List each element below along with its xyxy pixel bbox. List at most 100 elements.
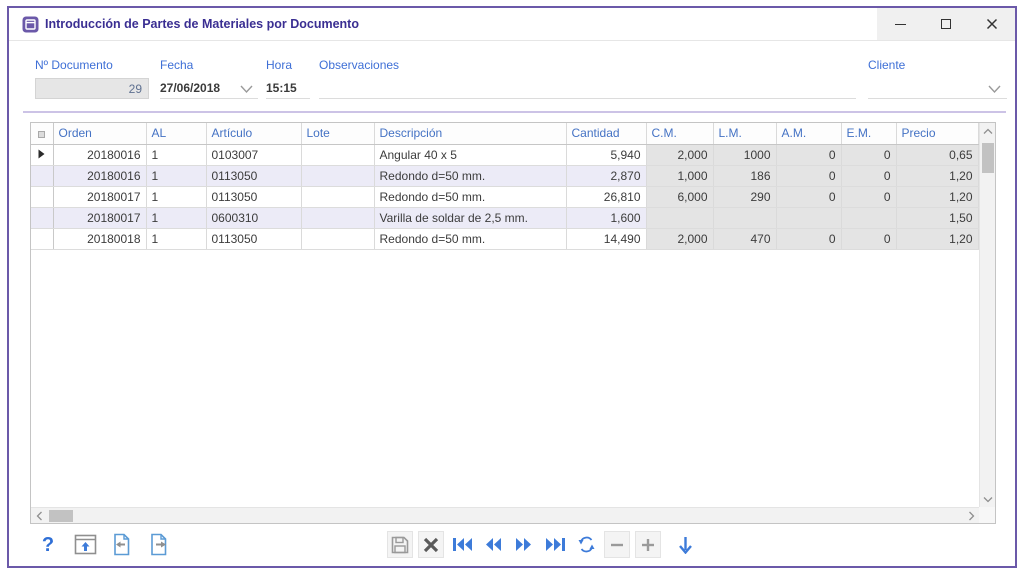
cell-articulo[interactable]: 0600310 <box>206 207 301 228</box>
cell-precio[interactable]: 0,65 <box>896 144 978 165</box>
doc-number-field[interactable]: 29 <box>35 78 149 99</box>
scroll-right-icon[interactable] <box>964 509 978 523</box>
cell-cm[interactable] <box>646 207 713 228</box>
nav-last-button[interactable] <box>542 531 568 558</box>
row-selector-cell[interactable] <box>31 144 53 165</box>
cell-lm[interactable]: 186 <box>713 165 776 186</box>
cell-descripcion[interactable]: Redondo d=50 mm. <box>374 186 566 207</box>
cell-precio[interactable]: 1,50 <box>896 207 978 228</box>
column-header-orden[interactable]: Orden <box>53 123 146 144</box>
cell-lote[interactable] <box>301 165 374 186</box>
cancel-button[interactable] <box>418 531 444 558</box>
table-row[interactable]: 2018001610103007 Angular 40 x 55,9402,00… <box>31 144 978 165</box>
cell-articulo[interactable]: 0113050 <box>206 186 301 207</box>
table-row[interactable]: 2018001710113050 Redondo d=50 mm.26,8106… <box>31 186 978 207</box>
column-header-em[interactable]: E.M. <box>841 123 896 144</box>
cell-em[interactable]: 0 <box>841 186 896 207</box>
row-selector-cell[interactable] <box>31 165 53 186</box>
cell-lm[interactable]: 470 <box>713 228 776 249</box>
cell-orden[interactable]: 20180017 <box>53 207 146 228</box>
cell-descripcion[interactable]: Redondo d=50 mm. <box>374 228 566 249</box>
cell-cantidad[interactable]: 5,940 <box>566 144 646 165</box>
cell-em[interactable] <box>841 207 896 228</box>
column-header-lote[interactable]: Lote <box>301 123 374 144</box>
observaciones-field[interactable] <box>319 78 856 99</box>
decrease-button[interactable] <box>604 531 630 558</box>
cell-al[interactable]: 1 <box>146 207 206 228</box>
cell-cm[interactable]: 2,000 <box>646 144 713 165</box>
cell-em[interactable]: 0 <box>841 165 896 186</box>
help-button[interactable]: ? <box>35 531 61 558</box>
cell-orden[interactable]: 20180017 <box>53 186 146 207</box>
cell-descripcion[interactable]: Varilla de soldar de 2,5 mm. <box>374 207 566 228</box>
scroll-left-icon[interactable] <box>32 509 46 523</box>
maximize-button[interactable] <box>923 8 969 40</box>
cell-lm[interactable]: 290 <box>713 186 776 207</box>
cell-lote[interactable] <box>301 186 374 207</box>
cell-cantidad[interactable]: 1,600 <box>566 207 646 228</box>
cell-al[interactable]: 1 <box>146 186 206 207</box>
column-header-lm[interactable]: L.M. <box>713 123 776 144</box>
cell-lm[interactable] <box>713 207 776 228</box>
cell-lote[interactable] <box>301 207 374 228</box>
cell-descripcion[interactable]: Angular 40 x 5 <box>374 144 566 165</box>
row-selector-cell[interactable] <box>31 207 53 228</box>
table-row[interactable]: 2018001810113050 Redondo d=50 mm.14,4902… <box>31 228 978 249</box>
cell-cm[interactable]: 2,000 <box>646 228 713 249</box>
column-header-precio[interactable]: Precio <box>896 123 978 144</box>
column-header-descripcion[interactable]: Descripción <box>374 123 566 144</box>
cell-cantidad[interactable]: 26,810 <box>566 186 646 207</box>
cell-am[interactable]: 0 <box>776 165 841 186</box>
cell-am[interactable]: 0 <box>776 228 841 249</box>
nav-next-button[interactable] <box>511 531 537 558</box>
cell-am[interactable]: 0 <box>776 186 841 207</box>
hora-field[interactable]: 15:15 <box>266 78 310 99</box>
cell-cm[interactable]: 1,000 <box>646 165 713 186</box>
cell-orden[interactable]: 20180016 <box>53 165 146 186</box>
scroll-up-icon[interactable] <box>981 124 995 138</box>
cell-precio[interactable]: 1,20 <box>896 186 978 207</box>
cell-em[interactable]: 0 <box>841 144 896 165</box>
cell-am[interactable]: 0 <box>776 144 841 165</box>
cell-cantidad[interactable]: 14,490 <box>566 228 646 249</box>
cell-em[interactable]: 0 <box>841 228 896 249</box>
cell-lote[interactable] <box>301 228 374 249</box>
row-selector-cell[interactable] <box>31 228 53 249</box>
horizontal-scrollbar[interactable] <box>31 507 979 523</box>
close-button[interactable] <box>969 8 1015 40</box>
fecha-dropdown-icon[interactable] <box>239 84 254 94</box>
row-selector-cell[interactable] <box>31 186 53 207</box>
scroll-down-icon[interactable] <box>981 492 995 506</box>
cell-al[interactable]: 1 <box>146 228 206 249</box>
cell-articulo[interactable]: 0103007 <box>206 144 301 165</box>
cell-articulo[interactable]: 0113050 <box>206 228 301 249</box>
column-header-al[interactable]: AL <box>146 123 206 144</box>
cell-lote[interactable] <box>301 144 374 165</box>
cell-orden[interactable]: 20180016 <box>53 144 146 165</box>
vertical-scrollbar[interactable] <box>979 123 995 507</box>
column-header-am[interactable]: A.M. <box>776 123 841 144</box>
doc-import-button[interactable] <box>109 531 135 558</box>
horizontal-scroll-thumb[interactable] <box>49 510 73 522</box>
table-row[interactable]: 2018001710600310 Varilla de soldar de 2,… <box>31 207 978 228</box>
nav-first-button[interactable] <box>449 531 475 558</box>
refresh-button[interactable] <box>573 531 599 558</box>
increase-button[interactable] <box>635 531 661 558</box>
save-button[interactable] <box>387 531 413 558</box>
cell-precio[interactable]: 1,20 <box>896 165 978 186</box>
row-selector-header[interactable] <box>31 123 53 144</box>
minimize-button[interactable] <box>877 8 923 40</box>
cell-precio[interactable]: 1,20 <box>896 228 978 249</box>
vertical-scroll-thumb[interactable] <box>982 143 994 173</box>
column-header-cm[interactable]: C.M. <box>646 123 713 144</box>
cell-lm[interactable]: 1000 <box>713 144 776 165</box>
column-header-cantidad[interactable]: Cantidad <box>566 123 646 144</box>
cell-articulo[interactable]: 0113050 <box>206 165 301 186</box>
table-row[interactable]: 2018001610113050 Redondo d=50 mm.2,8701,… <box>31 165 978 186</box>
column-header-articulo[interactable]: Artículo <box>206 123 301 144</box>
cell-al[interactable]: 1 <box>146 165 206 186</box>
cell-am[interactable] <box>776 207 841 228</box>
cell-cantidad[interactable]: 2,870 <box>566 165 646 186</box>
cell-cm[interactable]: 6,000 <box>646 186 713 207</box>
window-export-button[interactable] <box>72 531 98 558</box>
